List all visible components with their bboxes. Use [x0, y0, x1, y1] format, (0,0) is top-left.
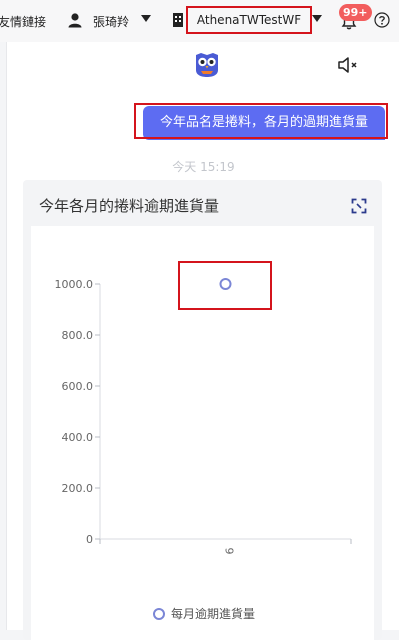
message-timestamp: 今天 15:19: [172, 160, 235, 174]
environment-selector[interactable]: AthenaTWTestWF: [186, 6, 312, 34]
user-menu-caret-icon[interactable]: [141, 15, 151, 22]
environment-caret-icon[interactable]: [312, 15, 322, 22]
chart-card: 今年各月的捲料逾期進貨量 0 200.0 400.0 600.0 800.0 1000.0…: [23, 180, 382, 640]
mute-icon[interactable]: [337, 56, 361, 74]
top-bar: 友情鏈接 張琦羚 AthenaTWTestWF 99+: [0, 0, 399, 42]
expand-icon[interactable]: [351, 198, 367, 214]
building-icon: [173, 13, 183, 27]
data-point: [219, 278, 232, 290]
chart-title: 今年各月的捲料逾期進貨量: [39, 197, 220, 215]
legend-label: 每月逾期進貨量: [171, 606, 255, 621]
y-tick-label: 0: [86, 533, 93, 546]
user-message-bubble: 今年品名是捲料，各月的過期進貨量: [143, 106, 385, 140]
y-tick-label: 200.0: [62, 482, 94, 495]
scatter-chart: 0 200.0 400.0 600.0 800.0 1000.0 9 每月逾期進貨量: [55, 278, 352, 621]
legend-marker: [153, 608, 165, 620]
chat-panel: 今年品名是捲料，各月的過期進貨量 今天 15:19 今年各月的捲料逾期進貨量 0…: [6, 42, 399, 640]
y-tick-label: 400.0: [62, 431, 94, 444]
notification-badge[interactable]: 99+: [339, 4, 372, 21]
owl-avatar-icon: [196, 53, 218, 77]
friend-links-link[interactable]: 友情鏈接: [0, 13, 46, 30]
y-tick-label: 600.0: [62, 380, 94, 393]
user-name[interactable]: 張琦羚: [93, 13, 129, 30]
y-tick-label: 800.0: [62, 329, 94, 342]
user-icon: [68, 13, 82, 28]
help-icon[interactable]: [374, 12, 390, 28]
chart-area: 0 200.0 400.0 600.0 800.0 1000.0 9 每月逾期進貨量: [31, 226, 374, 640]
x-tick-label: 9: [223, 548, 236, 555]
y-tick-label: 1000.0: [55, 278, 94, 291]
